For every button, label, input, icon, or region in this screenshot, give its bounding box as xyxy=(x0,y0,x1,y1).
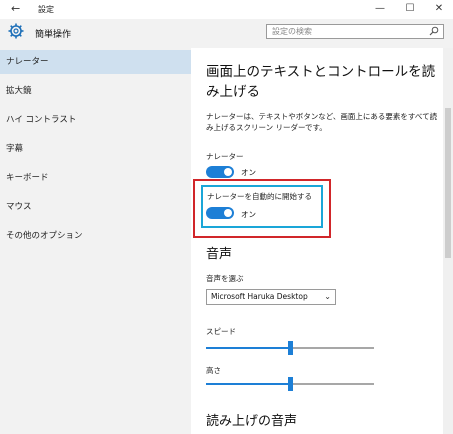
sidebar-item-label: ナレーター xyxy=(6,57,49,67)
sidebar-item-captions[interactable]: 字幕 xyxy=(0,137,191,161)
voice-section-heading: 音声 xyxy=(206,247,233,262)
voice-dropdown-value: Microsoft Haruka Desktop xyxy=(211,292,308,301)
narrator-label: ナレーター xyxy=(206,152,244,161)
toggle-knob xyxy=(224,209,232,217)
pitch-slider-thumb[interactable] xyxy=(288,377,293,391)
toggle-knob xyxy=(224,168,232,176)
page-title: 簡単操作 xyxy=(35,30,72,40)
scrollbar[interactable] xyxy=(443,48,453,434)
app-header: 簡単操作 設定の検索 xyxy=(0,19,453,49)
sidebar: ナレーター 拡大鏡 ハイ コントラスト 字幕 キーボード マウス その他のオプシ… xyxy=(0,48,191,434)
sidebar-item-other-options[interactable]: その他のオプション xyxy=(0,224,191,248)
narrator-toggle[interactable] xyxy=(206,166,234,178)
auto-start-toggle-state: オン xyxy=(241,210,256,219)
pitch-slider-fill xyxy=(206,383,290,385)
sidebar-item-narrator[interactable]: ナレーター xyxy=(0,50,191,74)
narrator-toggle-state: オン xyxy=(241,168,256,177)
sidebar-item-label: 拡大鏡 xyxy=(6,86,32,96)
section-heading: 画面上のテキストとコントロールを読み上げる xyxy=(206,64,436,100)
narrator-description: ナレーターは、テキストやボタンなど、画面上にある要素をすべて読み上げるスクリーン… xyxy=(206,112,438,132)
gear-icon xyxy=(8,23,24,39)
sidebar-item-label: 字幕 xyxy=(6,144,24,154)
sidebar-item-keyboard[interactable]: キーボード xyxy=(0,166,191,190)
pitch-label: 高さ xyxy=(206,366,221,375)
sidebar-item-label: その他のオプション xyxy=(6,231,83,241)
speed-label: スピード xyxy=(206,327,236,336)
main-content xyxy=(191,48,453,434)
scrollbar-thumb[interactable] xyxy=(445,108,451,258)
sidebar-item-label: キーボード xyxy=(6,173,49,183)
speed-slider-fill xyxy=(206,347,290,349)
sidebar-item-label: マウス xyxy=(6,202,32,212)
speed-slider-thumb[interactable] xyxy=(288,341,293,355)
minimize-button[interactable]: — xyxy=(370,2,390,16)
search-icon[interactable] xyxy=(429,26,439,36)
auto-start-toggle[interactable] xyxy=(206,207,234,219)
search-input[interactable]: 設定の検索 xyxy=(266,24,444,39)
sidebar-item-high-contrast[interactable]: ハイ コントラスト xyxy=(0,108,191,132)
pitch-slider[interactable] xyxy=(206,377,374,391)
close-button[interactable]: ✕ xyxy=(429,2,449,16)
speed-slider[interactable] xyxy=(206,341,374,355)
sidebar-item-mouse[interactable]: マウス xyxy=(0,195,191,219)
search-placeholder: 設定の検索 xyxy=(272,27,312,36)
reading-voice-section-heading: 読み上げの音声 xyxy=(206,414,298,429)
sidebar-item-magnifier[interactable]: 拡大鏡 xyxy=(0,79,191,103)
title-bar: ← 設定 — ☐ ✕ xyxy=(0,0,453,20)
voice-dropdown[interactable]: Microsoft Haruka Desktop ⌄ xyxy=(206,289,336,305)
auto-start-label: ナレーターを自動的に開始する xyxy=(207,192,312,201)
maximize-button[interactable]: ☐ xyxy=(400,2,420,16)
back-arrow-icon[interactable]: ← xyxy=(11,3,20,15)
window-title: 設定 xyxy=(38,5,54,14)
chevron-down-icon: ⌄ xyxy=(324,292,331,301)
sidebar-item-label: ハイ コントラスト xyxy=(6,115,77,125)
voice-select-label: 音声を選ぶ xyxy=(206,274,244,283)
